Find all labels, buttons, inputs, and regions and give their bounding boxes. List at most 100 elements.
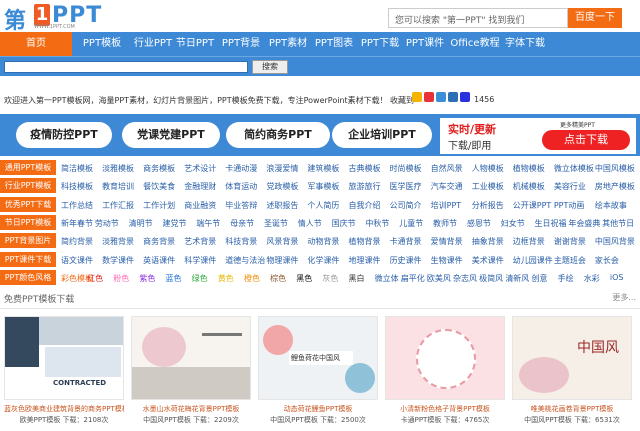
category-link[interactable]: 劳动节 xyxy=(95,218,119,229)
nav-ppt-backgrounds[interactable]: PPT背景 xyxy=(216,32,266,56)
category-link[interactable]: 年会盛典 xyxy=(568,218,600,229)
category-link[interactable]: 植物背景 xyxy=(349,236,381,247)
category-link[interactable]: iOS xyxy=(610,273,624,282)
category-link[interactable]: 黑白 xyxy=(349,273,365,284)
category-link[interactable]: 杂志风 xyxy=(453,273,477,284)
category-link[interactable]: 抽象背景 xyxy=(472,236,504,247)
pill-business-ppt[interactable]: 简约商务PPT xyxy=(226,122,330,148)
nav-office-tutorials[interactable]: Office教程 xyxy=(450,32,500,56)
category-link[interactable]: 粉色 xyxy=(113,273,129,284)
category-link[interactable]: 培训PPT xyxy=(431,200,462,211)
category-link[interactable]: 餐饮美食 xyxy=(143,181,175,192)
category-link[interactable]: 地理课件 xyxy=(349,255,381,266)
promo-download-button[interactable]: 点击下载 xyxy=(542,130,630,150)
category-link[interactable]: 旅游旅行 xyxy=(349,181,381,192)
category-link[interactable]: 历史课件 xyxy=(390,255,422,266)
nav-festival-ppt[interactable]: 节日PPT xyxy=(170,32,220,56)
category-link[interactable]: 军事模板 xyxy=(307,181,339,192)
category-link[interactable]: 极简风 xyxy=(479,273,503,284)
category-link[interactable]: 紫色 xyxy=(139,273,155,284)
card-thumbnail[interactable] xyxy=(131,316,251,400)
category-link[interactable]: 分析报告 xyxy=(472,200,504,211)
card-thumbnail[interactable]: CONTRACTED xyxy=(4,316,124,400)
category-link[interactable]: 中秋节 xyxy=(365,218,389,229)
pill-training-ppt[interactable]: 企业培训PPT xyxy=(332,122,432,148)
category-link[interactable]: 科技模板 xyxy=(61,181,93,192)
template-card[interactable]: CONTRACTED 蓝灰色欧美商业建筑背景的商务PPT模板 欧美PPT模板 下… xyxy=(4,316,124,426)
category-link[interactable]: 主题班会 xyxy=(554,255,586,266)
category-link[interactable]: 蓝色 xyxy=(166,273,182,284)
tencent-weibo-icon[interactable] xyxy=(436,92,446,102)
category-link[interactable]: 英语课件 xyxy=(143,255,175,266)
nav-ppt-download[interactable]: PPT下载 xyxy=(355,32,405,56)
category-link[interactable]: 水彩 xyxy=(584,273,600,284)
category-link[interactable]: 绿色 xyxy=(192,273,208,284)
category-link[interactable]: 生物课件 xyxy=(431,255,463,266)
card-category[interactable]: 欧美PPT模板 xyxy=(20,416,61,424)
category-link[interactable]: 科学课件 xyxy=(184,255,216,266)
category-link[interactable]: 党政模板 xyxy=(266,181,298,192)
card-caption[interactable]: 蓝灰色欧美商业建筑背景的商务PPT模板 xyxy=(4,404,124,414)
site-logo[interactable]: 第 1 PPT WWW.1PPT.COM xyxy=(4,3,124,34)
category-link[interactable]: 科技背景 xyxy=(225,236,257,247)
category-link[interactable]: 感恩节 xyxy=(467,218,491,229)
category-link[interactable]: 卡通动漫 xyxy=(225,163,257,174)
category-link[interactable]: 橙色 xyxy=(244,273,260,284)
category-link[interactable]: 灰色 xyxy=(322,273,338,284)
qzone-icon[interactable] xyxy=(412,92,422,102)
card-thumbnail[interactable] xyxy=(385,316,505,400)
baidu-search-button[interactable]: 百度一下 xyxy=(568,8,622,28)
category-link[interactable]: 商务背景 xyxy=(143,236,175,247)
card-thumbnail[interactable]: 中国风 xyxy=(512,316,632,400)
category-link[interactable]: 中国风模板 xyxy=(595,163,635,174)
category-link[interactable]: 时尚模板 xyxy=(390,163,422,174)
category-link[interactable]: 微立体模板 xyxy=(554,163,594,174)
category-link[interactable]: 工作计划 xyxy=(143,200,175,211)
category-link[interactable]: 手绘 xyxy=(558,273,574,284)
category-link[interactable]: 数学课件 xyxy=(102,255,134,266)
category-link[interactable]: 扁平化 xyxy=(401,273,425,284)
category-link[interactable]: 中国风背景 xyxy=(595,236,635,247)
category-link[interactable]: 工作汇报 xyxy=(102,200,134,211)
template-card[interactable]: 中国风 唯美桃花画卷背景PPT模板 中国风PPT模板 下载：6531次 xyxy=(512,316,632,426)
category-link[interactable]: 化学课件 xyxy=(307,255,339,266)
category-link[interactable]: 艺术背景 xyxy=(184,236,216,247)
category-link[interactable]: 端午节 xyxy=(196,218,220,229)
nav-ppt-templates[interactable]: PPT模板 xyxy=(76,32,128,56)
category-link[interactable]: 圣诞节 xyxy=(264,218,288,229)
category-link[interactable]: 家长会 xyxy=(595,255,619,266)
category-link[interactable]: 妇女节 xyxy=(501,218,525,229)
pill-epidemic-ppt[interactable]: 疫情防控PPT xyxy=(16,122,112,148)
category-link[interactable]: 母亲节 xyxy=(230,218,254,229)
download-promo[interactable]: 实时/更新 下载/即用 更多精美PPT 点击下载 xyxy=(440,118,636,154)
category-link[interactable]: 情人节 xyxy=(298,218,322,229)
nav-ppt-courseware[interactable]: PPT课件 xyxy=(400,32,450,56)
card-caption[interactable]: 动态荷花鲤鱼PPT模板 xyxy=(258,404,378,414)
category-link[interactable]: 浪漫爱情 xyxy=(266,163,298,174)
category-label[interactable]: 优秀PPT下载 xyxy=(0,196,56,212)
category-link[interactable]: 爱情背景 xyxy=(431,236,463,247)
category-link[interactable]: 卡通背景 xyxy=(390,236,422,247)
category-link[interactable]: 黄色 xyxy=(218,273,234,284)
template-card[interactable]: 小清新粉色格子背景PPT模板 卡通PPT模板 下载：4765次 xyxy=(385,316,505,426)
category-link[interactable]: 商业融资 xyxy=(184,200,216,211)
category-link[interactable]: 淡雅背景 xyxy=(102,236,134,247)
category-link[interactable]: 体育运动 xyxy=(225,181,257,192)
category-link[interactable]: 其他节日 xyxy=(602,218,634,229)
category-link[interactable]: 棕色 xyxy=(270,273,286,284)
category-link[interactable]: 建党节 xyxy=(162,218,186,229)
card-category[interactable]: 卡通PPT模板 xyxy=(401,416,442,424)
renren-icon[interactable] xyxy=(448,92,458,102)
category-link[interactable]: 黑色 xyxy=(296,273,312,284)
category-link[interactable]: 简洁模板 xyxy=(61,163,93,174)
category-link[interactable]: 自我介绍 xyxy=(349,200,381,211)
category-link[interactable]: 欧美风 xyxy=(427,273,451,284)
category-link[interactable]: 植物模板 xyxy=(513,163,545,174)
category-link[interactable]: 清新风 xyxy=(505,273,529,284)
nav-home[interactable]: 首页 xyxy=(0,32,72,56)
card-caption[interactable]: 小清新粉色格子背景PPT模板 xyxy=(385,404,505,414)
category-link[interactable]: 新年春节 xyxy=(61,218,93,229)
category-link[interactable]: 个人简历 xyxy=(307,200,339,211)
category-link[interactable]: 国庆节 xyxy=(332,218,356,229)
category-link[interactable]: 物理课件 xyxy=(266,255,298,266)
